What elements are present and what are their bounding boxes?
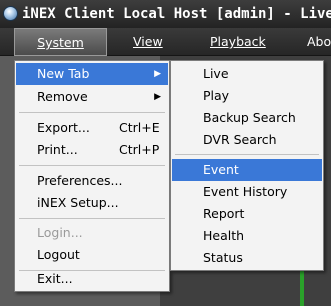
menu-item-inex-setup[interactable]: iNEX Setup... bbox=[16, 192, 168, 214]
exit-label: Exit... bbox=[37, 271, 73, 286]
menu-system-label: System bbox=[37, 35, 84, 50]
menu-view-label: View bbox=[133, 34, 163, 49]
health-label: Health bbox=[203, 228, 245, 243]
submenu-item-dvr-search[interactable]: DVR Search bbox=[172, 129, 322, 151]
event-history-label: Event History bbox=[203, 184, 288, 199]
remove-label: Remove bbox=[37, 89, 88, 104]
triangle-right-icon: ▶ bbox=[154, 69, 161, 79]
report-label: Report bbox=[203, 206, 245, 221]
submenu-item-report[interactable]: Report bbox=[172, 203, 322, 225]
export-label: Export... bbox=[37, 120, 90, 135]
export-shortcut: Ctrl+E bbox=[119, 120, 160, 135]
menu-item-logout[interactable]: Logout bbox=[16, 244, 168, 266]
submenu-item-event-history[interactable]: Event History bbox=[172, 181, 322, 203]
menu-item-print[interactable]: Print... Ctrl+P bbox=[16, 139, 168, 161]
inex-setup-label: iNEX Setup... bbox=[37, 195, 119, 210]
dvr-search-label: DVR Search bbox=[203, 132, 277, 147]
menu-bar: System View Playback Abo bbox=[0, 28, 331, 56]
event-label: Event bbox=[203, 162, 239, 177]
print-label: Print... bbox=[37, 142, 78, 157]
submenu-item-live[interactable]: Live bbox=[172, 63, 322, 85]
menu-item-export[interactable]: Export... Ctrl+E bbox=[16, 117, 168, 139]
title-bar: iNEX Client Local Host [admin] - Live I bbox=[0, 0, 331, 28]
menu-item-exit[interactable]: Exit... bbox=[16, 268, 168, 290]
print-shortcut: Ctrl+P bbox=[119, 142, 160, 157]
play-label: Play bbox=[203, 88, 230, 103]
triangle-right-icon: ▶ bbox=[154, 92, 161, 102]
menu-separator bbox=[19, 112, 165, 113]
system-menu: New Tab ▶ Remove ▶ Export... Ctrl+E Prin… bbox=[14, 60, 170, 292]
live-label: Live bbox=[203, 66, 229, 81]
menu-item-remove[interactable]: Remove ▶ bbox=[16, 86, 168, 108]
menu-playback-label: Playback bbox=[210, 34, 266, 49]
login-label: Login... bbox=[37, 225, 83, 240]
app-globe-icon bbox=[3, 6, 18, 21]
menu-about-label: Abo bbox=[307, 34, 331, 49]
menu-item-new-tab[interactable]: New Tab ▶ bbox=[16, 63, 168, 85]
status-label: Status bbox=[203, 250, 243, 265]
logout-label: Logout bbox=[37, 247, 80, 262]
menu-view[interactable]: View bbox=[133, 28, 163, 56]
new-tab-label: New Tab bbox=[37, 66, 90, 81]
submenu-item-play[interactable]: Play bbox=[172, 85, 322, 107]
submenu-item-backup-search[interactable]: Backup Search bbox=[172, 107, 322, 129]
menu-system[interactable]: System bbox=[14, 28, 107, 56]
backup-search-label: Backup Search bbox=[203, 110, 296, 125]
preferences-label: Preferences... bbox=[37, 173, 123, 188]
menu-separator bbox=[19, 218, 165, 219]
submenu-item-event[interactable]: Event bbox=[172, 159, 322, 181]
submenu-item-status[interactable]: Status bbox=[172, 247, 322, 269]
menu-item-login: Login... bbox=[16, 222, 168, 244]
new-tab-submenu: Live Play Backup Search DVR Search Event… bbox=[170, 60, 324, 271]
window-title: iNEX Client Local Host [admin] - Live I bbox=[22, 6, 331, 22]
menu-separator bbox=[19, 165, 165, 166]
background-green-marker bbox=[300, 271, 304, 306]
submenu-item-health[interactable]: Health bbox=[172, 225, 322, 247]
menu-about[interactable]: Abo bbox=[307, 28, 331, 56]
menu-item-preferences[interactable]: Preferences... bbox=[16, 170, 168, 192]
menu-separator bbox=[175, 154, 319, 155]
menu-playback[interactable]: Playback bbox=[210, 28, 266, 56]
